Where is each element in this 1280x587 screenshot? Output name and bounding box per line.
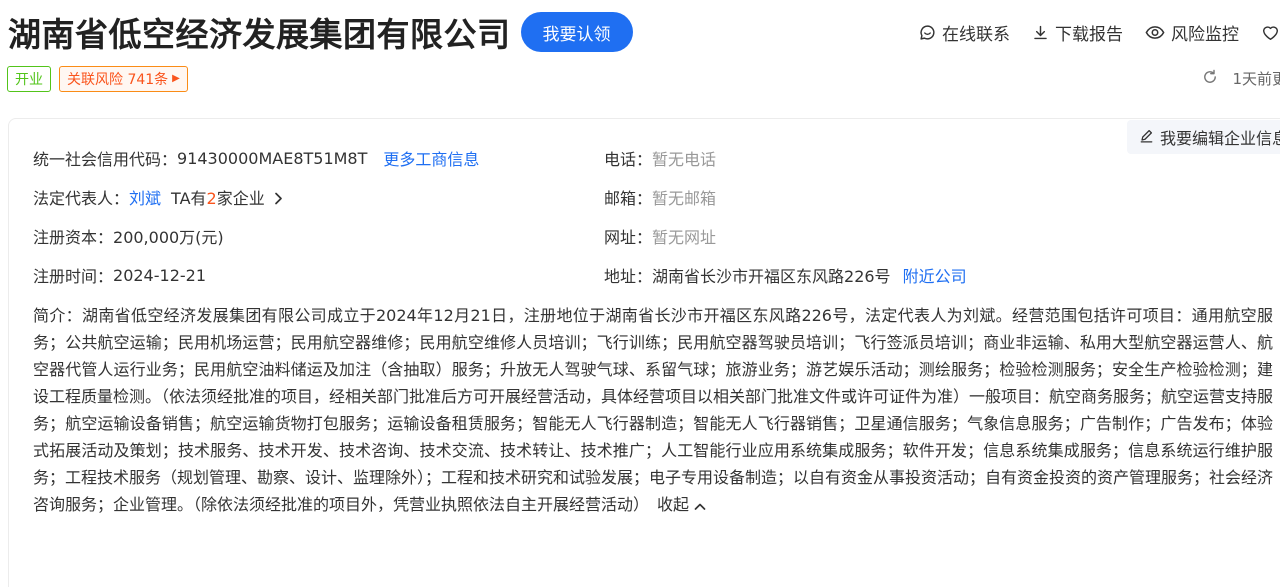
claim-button[interactable]: 我要认领 xyxy=(520,12,633,52)
website-label: 网址： xyxy=(604,228,653,247)
intro-text: 简介：湖南省低空经济发展集团有限公司成立于2024年12月21日，注册地位于湖南… xyxy=(33,306,1274,514)
follow-button[interactable]: 关注 xyxy=(1261,20,1280,45)
nearby-companies-link[interactable]: 附近公司 xyxy=(903,263,967,287)
update-text: 1天前更新 xyxy=(1232,70,1280,88)
email-label: 邮箱： xyxy=(604,189,653,208)
more-business-info-link[interactable]: 更多工商信息 xyxy=(383,146,479,170)
edit-company-info-button[interactable]: 我要编辑企业信息 xyxy=(1126,120,1280,154)
title-row: 湖南省低空经济发展集团有限公司 我要认领 xyxy=(8,8,633,56)
header-actions: 在线联系 下载报告 风险监控 关注 xyxy=(919,8,1280,56)
collapse-button[interactable]: 收起 xyxy=(657,495,706,514)
download-report-button[interactable]: 下载报告 xyxy=(1032,20,1123,45)
legal-rep-companies-count: 2 xyxy=(206,189,217,208)
download-report-label: 下载报告 xyxy=(1055,24,1123,45)
heart-icon xyxy=(1261,24,1280,41)
online-contact-label: 在线联系 xyxy=(942,24,1010,45)
refresh-icon xyxy=(1202,69,1218,89)
eye-icon xyxy=(1145,24,1165,41)
legal-rep-companies-link[interactable]: TA有2家企业 xyxy=(171,185,283,209)
legal-rep-companies-pre: TA有 xyxy=(171,189,207,208)
chat-icon xyxy=(919,24,936,41)
company-name: 湖南省低空经济发展集团有限公司 xyxy=(8,15,511,54)
tags-row: 开业 关联风险 741条 ▶ xyxy=(7,65,188,92)
related-risk-label: 关联风险 741条 xyxy=(67,71,169,88)
edit-icon xyxy=(1139,128,1154,147)
company-intro: 简介：湖南省低空经济发展集团有限公司成立于2024年12月21日，注册地位于湖南… xyxy=(33,302,1273,519)
credit-code-label: 统一社会信用代码： xyxy=(33,150,178,169)
website-row: 网址： 暂无网址 xyxy=(604,224,716,248)
capital-value: 200,000万(元) xyxy=(113,228,224,247)
collapse-label: 收起 xyxy=(657,495,690,514)
related-risk-tag[interactable]: 关联风险 741条 ▶ xyxy=(59,65,188,92)
reg-date-value: 2024-12-21 xyxy=(113,265,206,285)
risk-monitor-button[interactable]: 风险监控 xyxy=(1145,20,1239,45)
download-icon xyxy=(1032,24,1049,41)
online-contact-button[interactable]: 在线联系 xyxy=(919,20,1010,45)
legal-rep-companies-post: 家企业 xyxy=(216,189,265,208)
credit-code-row: 统一社会信用代码： 91430000MAE8T51M8T 更多工商信息 xyxy=(33,146,479,170)
phone-row: 电话： 暂无电话 xyxy=(604,146,716,170)
credit-code-value: 91430000MAE8T51M8T xyxy=(177,148,368,168)
edit-company-info-label: 我要编辑企业信息 xyxy=(1159,129,1280,148)
risk-monitor-label: 风险监控 xyxy=(1171,24,1239,45)
reg-date-row: 注册时间： 2024-12-21 xyxy=(33,263,206,287)
address-label: 地址： xyxy=(604,267,653,286)
email-row: 邮箱： 暂无邮箱 xyxy=(604,185,716,209)
legal-rep-link[interactable]: 刘斌 xyxy=(129,185,161,209)
address-value: 湖南省长沙市开福区东风路226号 xyxy=(652,267,891,286)
phone-label: 电话： xyxy=(604,150,653,169)
capital-label: 注册资本： xyxy=(33,228,114,247)
website-value: 暂无网址 xyxy=(652,228,717,247)
status-badge: 开业 xyxy=(7,65,51,92)
legal-rep-row: 法定代表人： 刘斌 TA有2家企业 xyxy=(33,185,283,209)
address-row: 地址： 湖南省长沙市开福区东风路226号 附近公司 xyxy=(604,263,967,287)
email-value: 暂无邮箱 xyxy=(652,189,717,208)
chevron-right-icon xyxy=(274,190,283,209)
phone-value: 暂无电话 xyxy=(652,150,717,169)
caret-right-icon: ▶ xyxy=(172,73,180,84)
chevron-up-icon xyxy=(694,492,706,519)
capital-row: 注册资本： 200,000万(元) xyxy=(33,224,224,248)
update-info[interactable]: 1天前更新 xyxy=(1202,65,1280,92)
legal-rep-label: 法定代表人： xyxy=(33,189,130,208)
reg-date-label: 注册时间： xyxy=(33,267,114,286)
